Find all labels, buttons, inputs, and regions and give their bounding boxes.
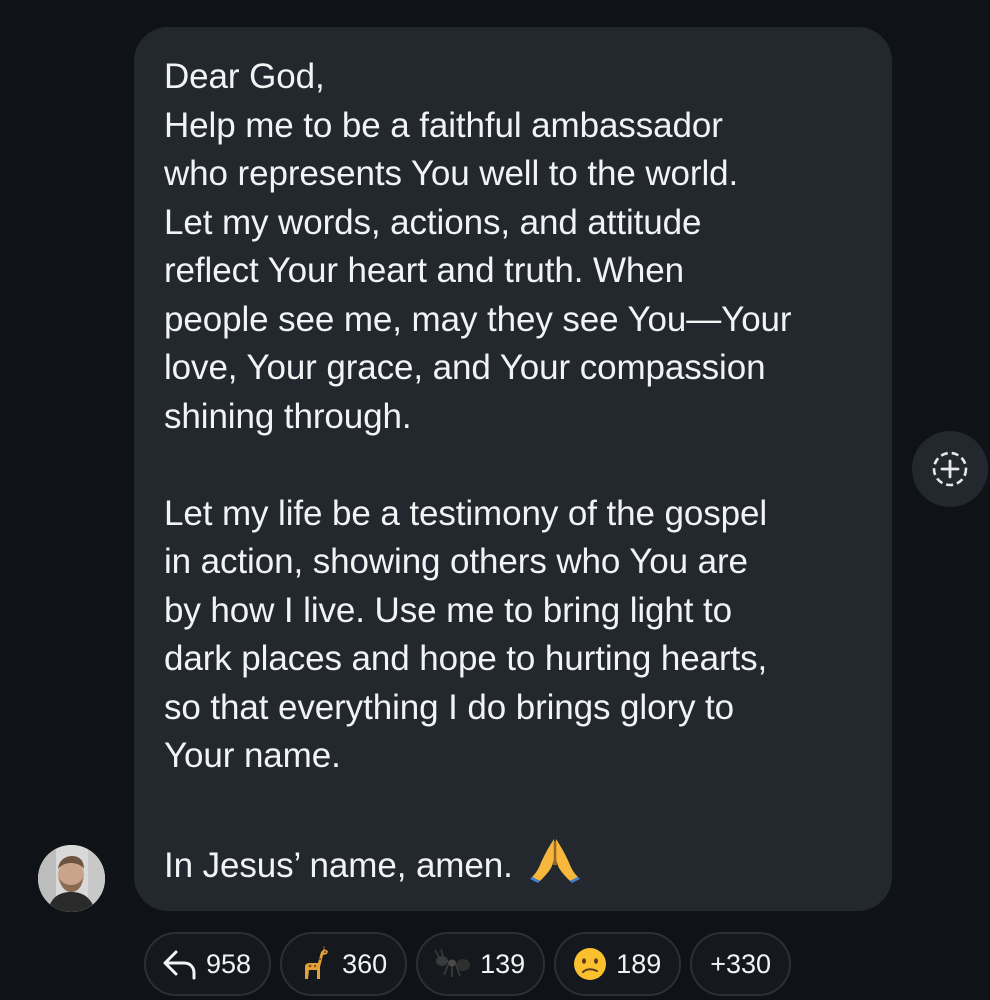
reaction-count: 360 bbox=[342, 948, 388, 979]
ant-icon bbox=[434, 948, 471, 977]
message-line: Let my life be a testimony of the gospel bbox=[164, 493, 767, 533]
reaction-giraffe[interactable]: 360 bbox=[280, 932, 408, 996]
reaction-count: 958 bbox=[206, 948, 252, 979]
message-line: by how I live. Use me to bring light to bbox=[164, 590, 733, 630]
message-closing-text: In Jesus’ name, amen. bbox=[164, 846, 513, 885]
reaction-confused[interactable]: 189 bbox=[554, 932, 682, 996]
message-line: Let my words, actions, and attitude bbox=[164, 202, 702, 242]
message-line: reflect Your heart and truth. When bbox=[164, 251, 684, 290]
message-line: people see me, may they see You—Your bbox=[164, 299, 792, 339]
reaction-more-count: +330 bbox=[710, 948, 772, 979]
message-closing: In Jesus’ name, amen. bbox=[164, 835, 872, 897]
reaction-count: 189 bbox=[616, 948, 662, 979]
reaction-bar: 958 360 139 189 +330 bbox=[144, 932, 792, 996]
message-line: love, Your grace, and Your compassion bbox=[164, 348, 766, 387]
message-line: Help me to be a faithful ambassador bbox=[164, 105, 723, 145]
giraffe-icon bbox=[305, 946, 329, 979]
avatar[interactable] bbox=[38, 845, 105, 912]
folded-hands-icon bbox=[530, 835, 581, 897]
message-line: Your name. bbox=[164, 736, 341, 775]
message-greeting: Dear God, bbox=[164, 57, 325, 96]
message-bubble[interactable]: Dear God, Help me to be a faithful ambas… bbox=[134, 27, 892, 911]
reaction-reply[interactable]: 958 bbox=[144, 932, 272, 996]
add-reaction-button[interactable] bbox=[912, 431, 988, 507]
message-line: who represents You well to the world. bbox=[164, 154, 739, 193]
message-line: shining through. bbox=[164, 396, 412, 436]
reaction-more[interactable]: +330 bbox=[690, 932, 792, 996]
reply-arrow-icon bbox=[163, 950, 196, 980]
add-reaction-icon bbox=[932, 451, 968, 487]
message-line: dark places and hope to hurting hearts, bbox=[164, 639, 768, 678]
confused-face-icon bbox=[574, 948, 607, 980]
message-line: in action, showing others who You are bbox=[164, 542, 748, 581]
message-line: so that everything I do brings glory to bbox=[164, 687, 735, 727]
reaction-count: 139 bbox=[480, 948, 526, 979]
reaction-ant[interactable]: 139 bbox=[416, 932, 546, 996]
